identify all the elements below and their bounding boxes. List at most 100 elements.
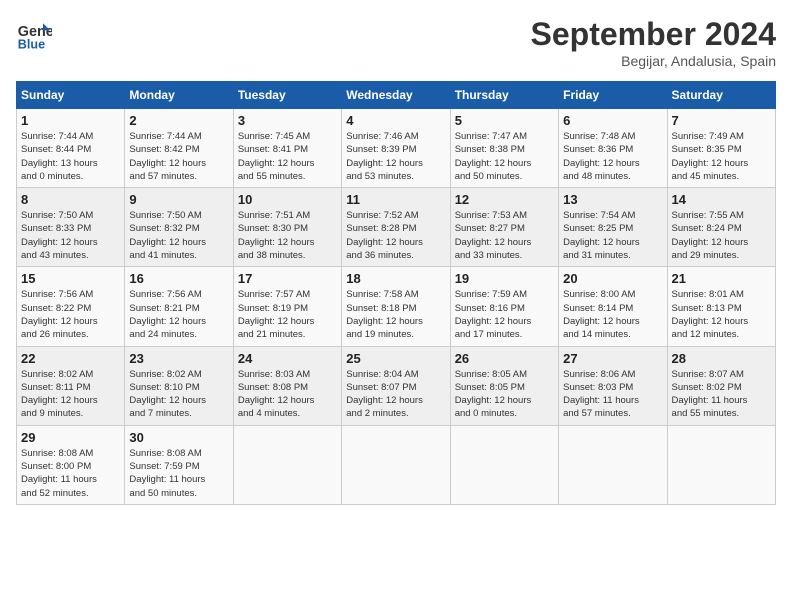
- calendar-header-row: SundayMondayTuesdayWednesdayThursdayFrid…: [17, 82, 776, 109]
- day-info: Sunrise: 8:03 AM Sunset: 8:08 PM Dayligh…: [238, 368, 337, 421]
- day-number: 22: [21, 351, 120, 366]
- day-number: 2: [129, 113, 228, 128]
- day-info: Sunrise: 7:48 AM Sunset: 8:36 PM Dayligh…: [563, 130, 662, 183]
- day-number: 23: [129, 351, 228, 366]
- day-number: 12: [455, 192, 554, 207]
- day-number: 1: [21, 113, 120, 128]
- day-number: 21: [672, 271, 771, 286]
- day-info: Sunrise: 7:54 AM Sunset: 8:25 PM Dayligh…: [563, 209, 662, 262]
- day-info: Sunrise: 7:55 AM Sunset: 8:24 PM Dayligh…: [672, 209, 771, 262]
- calendar-cell: 16Sunrise: 7:56 AM Sunset: 8:21 PM Dayli…: [125, 267, 233, 346]
- calendar-cell: 9 Sunrise: 7:50 AM Sunset: 8:32 PM Daylig…: [125, 188, 233, 267]
- day-number: 18: [346, 271, 445, 286]
- day-info: Sunrise: 7:52 AM Sunset: 8:28 PM Dayligh…: [346, 209, 445, 262]
- logo-icon: General Blue: [16, 16, 52, 52]
- day-info: Sunrise: 8:04 AM Sunset: 8:07 PM Dayligh…: [346, 368, 445, 421]
- day-number: 6: [563, 113, 662, 128]
- day-info: Sunrise: 7:50 AM Sunset: 8:33 PM Dayligh…: [21, 209, 120, 262]
- day-info: Sunrise: 8:07 AM Sunset: 8:02 PM Dayligh…: [672, 368, 771, 421]
- day-info: Sunrise: 8:02 AM Sunset: 8:10 PM Dayligh…: [129, 368, 228, 421]
- column-header-friday: Friday: [559, 82, 667, 109]
- calendar-cell: 14Sunrise: 7:55 AM Sunset: 8:24 PM Dayli…: [667, 188, 775, 267]
- calendar-week-3: 15 Sunrise: 7:56 AM Sunset: 8:22 PM Dayli…: [17, 267, 776, 346]
- day-number: 3: [238, 113, 337, 128]
- calendar-cell: 28 Sunrise: 8:07 AM Sunset: 8:02 PM Dayli…: [667, 346, 775, 425]
- location-subtitle: Begijar, Andalusia, Spain: [531, 53, 776, 69]
- column-header-tuesday: Tuesday: [233, 82, 341, 109]
- calendar-week-2: 8 Sunrise: 7:50 AM Sunset: 8:33 PM Daylig…: [17, 188, 776, 267]
- day-number: 8: [21, 192, 120, 207]
- calendar-cell: [450, 425, 558, 504]
- day-number: 19: [455, 271, 554, 286]
- calendar-cell: [667, 425, 775, 504]
- column-header-wednesday: Wednesday: [342, 82, 450, 109]
- calendar-cell: 17 Sunrise: 7:57 AM Sunset: 8:19 PM Dayli…: [233, 267, 341, 346]
- calendar-cell: 24 Sunrise: 8:03 AM Sunset: 8:08 PM Dayli…: [233, 346, 341, 425]
- day-info: Sunrise: 7:56 AM Sunset: 8:22 PM Dayligh…: [21, 288, 120, 341]
- day-info: Sunrise: 7:57 AM Sunset: 8:19 PM Dayligh…: [238, 288, 337, 341]
- calendar-table: SundayMondayTuesdayWednesdayThursdayFrid…: [16, 81, 776, 505]
- calendar-cell: 1 Sunrise: 7:44 AM Sunset: 8:44 PM Daylig…: [17, 109, 125, 188]
- column-header-sunday: Sunday: [17, 82, 125, 109]
- column-header-thursday: Thursday: [450, 82, 558, 109]
- day-number: 27: [563, 351, 662, 366]
- calendar-cell: [233, 425, 341, 504]
- day-number: 5: [455, 113, 554, 128]
- calendar-cell: 2 Sunrise: 7:44 AM Sunset: 8:42 PM Daylig…: [125, 109, 233, 188]
- day-info: Sunrise: 8:02 AM Sunset: 8:11 PM Dayligh…: [21, 368, 120, 421]
- day-info: Sunrise: 8:06 AM Sunset: 8:03 PM Dayligh…: [563, 368, 662, 421]
- day-number: 17: [238, 271, 337, 286]
- calendar-cell: 3 Sunrise: 7:45 AM Sunset: 8:41 PM Daylig…: [233, 109, 341, 188]
- day-info: Sunrise: 8:05 AM Sunset: 8:05 PM Dayligh…: [455, 368, 554, 421]
- calendar-cell: 11 Sunrise: 7:52 AM Sunset: 8:28 PM Dayli…: [342, 188, 450, 267]
- day-number: 4: [346, 113, 445, 128]
- calendar-cell: 18 Sunrise: 7:58 AM Sunset: 8:18 PM Dayli…: [342, 267, 450, 346]
- day-info: Sunrise: 7:44 AM Sunset: 8:42 PM Dayligh…: [129, 130, 228, 183]
- day-info: Sunrise: 7:53 AM Sunset: 8:27 PM Dayligh…: [455, 209, 554, 262]
- day-info: Sunrise: 8:01 AM Sunset: 8:13 PM Dayligh…: [672, 288, 771, 341]
- calendar-cell: 21 Sunrise: 8:01 AM Sunset: 8:13 PM Dayli…: [667, 267, 775, 346]
- calendar-body: 1 Sunrise: 7:44 AM Sunset: 8:44 PM Daylig…: [17, 109, 776, 505]
- calendar-cell: 4Sunrise: 7:46 AM Sunset: 8:39 PM Daylig…: [342, 109, 450, 188]
- day-info: Sunrise: 8:00 AM Sunset: 8:14 PM Dayligh…: [563, 288, 662, 341]
- day-number: 28: [672, 351, 771, 366]
- calendar-cell: 6 Sunrise: 7:48 AM Sunset: 8:36 PM Daylig…: [559, 109, 667, 188]
- day-info: Sunrise: 7:47 AM Sunset: 8:38 PM Dayligh…: [455, 130, 554, 183]
- calendar-week-1: 1 Sunrise: 7:44 AM Sunset: 8:44 PM Daylig…: [17, 109, 776, 188]
- day-info: Sunrise: 7:44 AM Sunset: 8:44 PM Dayligh…: [21, 130, 120, 183]
- day-info: Sunrise: 7:45 AM Sunset: 8:41 PM Dayligh…: [238, 130, 337, 183]
- calendar-cell: 19 Sunrise: 7:59 AM Sunset: 8:16 PM Dayli…: [450, 267, 558, 346]
- calendar-cell: 8 Sunrise: 7:50 AM Sunset: 8:33 PM Daylig…: [17, 188, 125, 267]
- calendar-cell: [559, 425, 667, 504]
- day-info: Sunrise: 7:49 AM Sunset: 8:35 PM Dayligh…: [672, 130, 771, 183]
- svg-text:Blue: Blue: [18, 37, 45, 51]
- calendar-cell: 15 Sunrise: 7:56 AM Sunset: 8:22 PM Dayli…: [17, 267, 125, 346]
- calendar-cell: 7 Sunrise: 7:49 AM Sunset: 8:35 PM Daylig…: [667, 109, 775, 188]
- page-header: General Blue September 2024 Begijar, And…: [16, 16, 776, 69]
- day-info: Sunrise: 8:08 AM Sunset: 7:59 PM Dayligh…: [129, 447, 228, 500]
- day-number: 9: [129, 192, 228, 207]
- day-info: Sunrise: 7:58 AM Sunset: 8:18 PM Dayligh…: [346, 288, 445, 341]
- day-number: 25: [346, 351, 445, 366]
- day-number: 10: [238, 192, 337, 207]
- day-info: Sunrise: 7:50 AM Sunset: 8:32 PM Dayligh…: [129, 209, 228, 262]
- calendar-week-5: 29Sunrise: 8:08 AM Sunset: 8:00 PM Dayli…: [17, 425, 776, 504]
- column-header-saturday: Saturday: [667, 82, 775, 109]
- title-block: September 2024 Begijar, Andalusia, Spain: [531, 16, 776, 69]
- day-number: 15: [21, 271, 120, 286]
- day-number: 16: [129, 271, 228, 286]
- calendar-cell: [342, 425, 450, 504]
- calendar-cell: 20 Sunrise: 8:00 AM Sunset: 8:14 PM Dayli…: [559, 267, 667, 346]
- day-info: Sunrise: 7:59 AM Sunset: 8:16 PM Dayligh…: [455, 288, 554, 341]
- day-info: Sunrise: 7:51 AM Sunset: 8:30 PM Dayligh…: [238, 209, 337, 262]
- day-number: 7: [672, 113, 771, 128]
- day-number: 20: [563, 271, 662, 286]
- calendar-cell: 10 Sunrise: 7:51 AM Sunset: 8:30 PM Dayli…: [233, 188, 341, 267]
- calendar-cell: 29Sunrise: 8:08 AM Sunset: 8:00 PM Dayli…: [17, 425, 125, 504]
- day-number: 24: [238, 351, 337, 366]
- calendar-cell: 25 Sunrise: 8:04 AM Sunset: 8:07 PM Dayli…: [342, 346, 450, 425]
- calendar-cell: 5 Sunrise: 7:47 AM Sunset: 8:38 PM Daylig…: [450, 109, 558, 188]
- calendar-week-4: 22 Sunrise: 8:02 AM Sunset: 8:11 PM Dayli…: [17, 346, 776, 425]
- day-number: 11: [346, 192, 445, 207]
- day-number: 26: [455, 351, 554, 366]
